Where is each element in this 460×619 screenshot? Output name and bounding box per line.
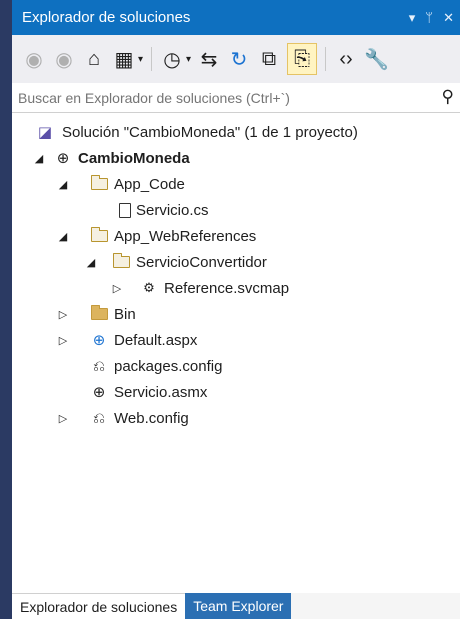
tab-solution-explorer[interactable]: Explorador de soluciones xyxy=(12,593,186,619)
show-all-files-icon[interactable]: ⎘ xyxy=(287,43,318,75)
tree-item-label: Default.aspx xyxy=(114,331,198,349)
tree-item-file[interactable]: ⊕ Servicio.asmx xyxy=(12,379,460,405)
aspx-file-icon: ⊕ xyxy=(92,332,106,349)
solution-tree: ◪ Solución "CambioMoneda" (1 de 1 proyec… xyxy=(12,113,460,593)
tree-item-label: App_Code xyxy=(114,175,185,193)
collapsed-arrow-icon[interactable]: ▷ xyxy=(56,334,70,347)
tree-item-label: packages.config xyxy=(114,357,223,375)
tree-item-file[interactable]: ▷ ⊕ Default.aspx xyxy=(12,327,460,353)
tree-item-label: Servicio.asmx xyxy=(114,383,208,401)
config-file-icon: ⎌ xyxy=(92,409,105,427)
search-input[interactable] xyxy=(18,89,418,106)
tree-item-label: Servicio.cs xyxy=(136,201,209,219)
cs-file-icon xyxy=(116,201,134,219)
expanded-arrow-icon[interactable]: ◢ xyxy=(84,256,98,269)
expanded-arrow-icon[interactable]: ◢ xyxy=(32,152,46,165)
toolbar-separator xyxy=(325,47,327,71)
folder-icon xyxy=(90,175,108,193)
search-icon[interactable]: ⚲ xyxy=(442,87,454,107)
search-bar: ⚲ xyxy=(12,83,460,113)
dropdown-icon[interactable]: ▾ xyxy=(409,10,416,26)
collapsed-arrow-icon[interactable]: ▷ xyxy=(110,282,124,295)
tree-item-label: CambioMoneda xyxy=(78,149,190,167)
title-controls: ▾ ᛘ ✕ xyxy=(409,0,454,35)
tree-item-file[interactable]: Servicio.cs xyxy=(12,197,460,223)
close-icon[interactable]: ✕ xyxy=(443,10,454,26)
refresh-icon[interactable]: ↻ xyxy=(227,43,251,75)
sync-icon[interactable]: ⇆ xyxy=(197,43,221,75)
website-globe-icon: ⊕ xyxy=(56,150,70,167)
folder-icon xyxy=(90,227,108,245)
collapsed-arrow-icon[interactable]: ▷ xyxy=(56,308,70,321)
pending-changes-icon[interactable]: ◷ xyxy=(160,43,184,75)
tree-item-solution[interactable]: ◪ Solución "CambioMoneda" (1 de 1 proyec… xyxy=(12,119,460,145)
view-code-icon[interactable]: ‹› xyxy=(334,43,358,75)
tree-item-folder[interactable]: ◢ App_WebReferences xyxy=(12,223,460,249)
bottom-tab-bar: Explorador de soluciones Team Explorer xyxy=(12,593,460,619)
pin-icon[interactable]: ᛘ xyxy=(425,10,433,25)
tree-item-label: Bin xyxy=(114,305,136,323)
asmx-file-icon: ⊕ xyxy=(92,384,106,401)
back-icon[interactable]: ◉ xyxy=(22,43,46,75)
tree-item-file[interactable]: ⎌ packages.config xyxy=(12,353,460,379)
left-accent-bar xyxy=(0,0,12,619)
explorer-toolbar: ◉ ◉ ⌂ ▦ ▾ ◷ ▾ ⇆ ↻ ⧉ ⎘ ‹› 🔧 xyxy=(12,35,460,83)
properties-wrench-icon[interactable]: 🔧 xyxy=(364,43,389,75)
tree-item-label: Web.config xyxy=(114,409,189,427)
tab-team-explorer[interactable]: Team Explorer xyxy=(185,593,292,619)
switch-views-icon[interactable]: ▦ xyxy=(112,43,136,75)
switch-views-caret-icon[interactable]: ▾ xyxy=(138,54,143,65)
solution-explorer-panel: Explorador de soluciones ▾ ᛘ ✕ ◉ ◉ ⌂ ▦ ▾… xyxy=(0,0,460,619)
collapsed-arrow-icon[interactable]: ▷ xyxy=(56,412,70,425)
solution-icon: ◪ xyxy=(37,124,53,141)
home-icon[interactable]: ⌂ xyxy=(82,43,106,75)
tree-item-label: Reference.svcmap xyxy=(164,279,290,297)
panel-titlebar[interactable]: Explorador de soluciones ▾ ᛘ ✕ xyxy=(12,0,460,35)
tree-item-folder[interactable]: ◢ App_Code xyxy=(12,171,460,197)
tree-item-folder[interactable]: ◢ ServicioConvertidor xyxy=(12,249,460,275)
collapse-all-icon[interactable]: ⧉ xyxy=(257,43,281,75)
folder-filled-icon xyxy=(90,305,108,323)
folder-icon xyxy=(112,253,130,271)
tree-item-file[interactable]: ▷ ⎌ Web.config xyxy=(12,405,460,431)
expanded-arrow-icon[interactable]: ◢ xyxy=(56,230,70,243)
tree-item-project[interactable]: ◢ ⊕ CambioMoneda xyxy=(12,145,460,171)
expanded-arrow-icon[interactable]: ◢ xyxy=(56,178,70,191)
tree-item-label: App_WebReferences xyxy=(114,227,257,245)
toolbar-separator xyxy=(151,47,153,71)
tree-item-label: ServicioConvertidor xyxy=(136,253,267,271)
pending-changes-caret-icon[interactable]: ▾ xyxy=(186,54,191,65)
tree-item-file[interactable]: ▷ ⚙ Reference.svcmap xyxy=(12,275,460,301)
tree-item-folder[interactable]: ▷ Bin xyxy=(12,301,460,327)
forward-icon[interactable]: ◉ xyxy=(52,43,76,75)
tree-item-label: Solución "CambioMoneda" (1 de 1 proyecto… xyxy=(62,123,358,141)
panel-title: Explorador de soluciones xyxy=(22,9,191,26)
svcmap-file-icon: ⚙ xyxy=(143,280,155,295)
config-file-icon: ⎌ xyxy=(92,357,105,375)
